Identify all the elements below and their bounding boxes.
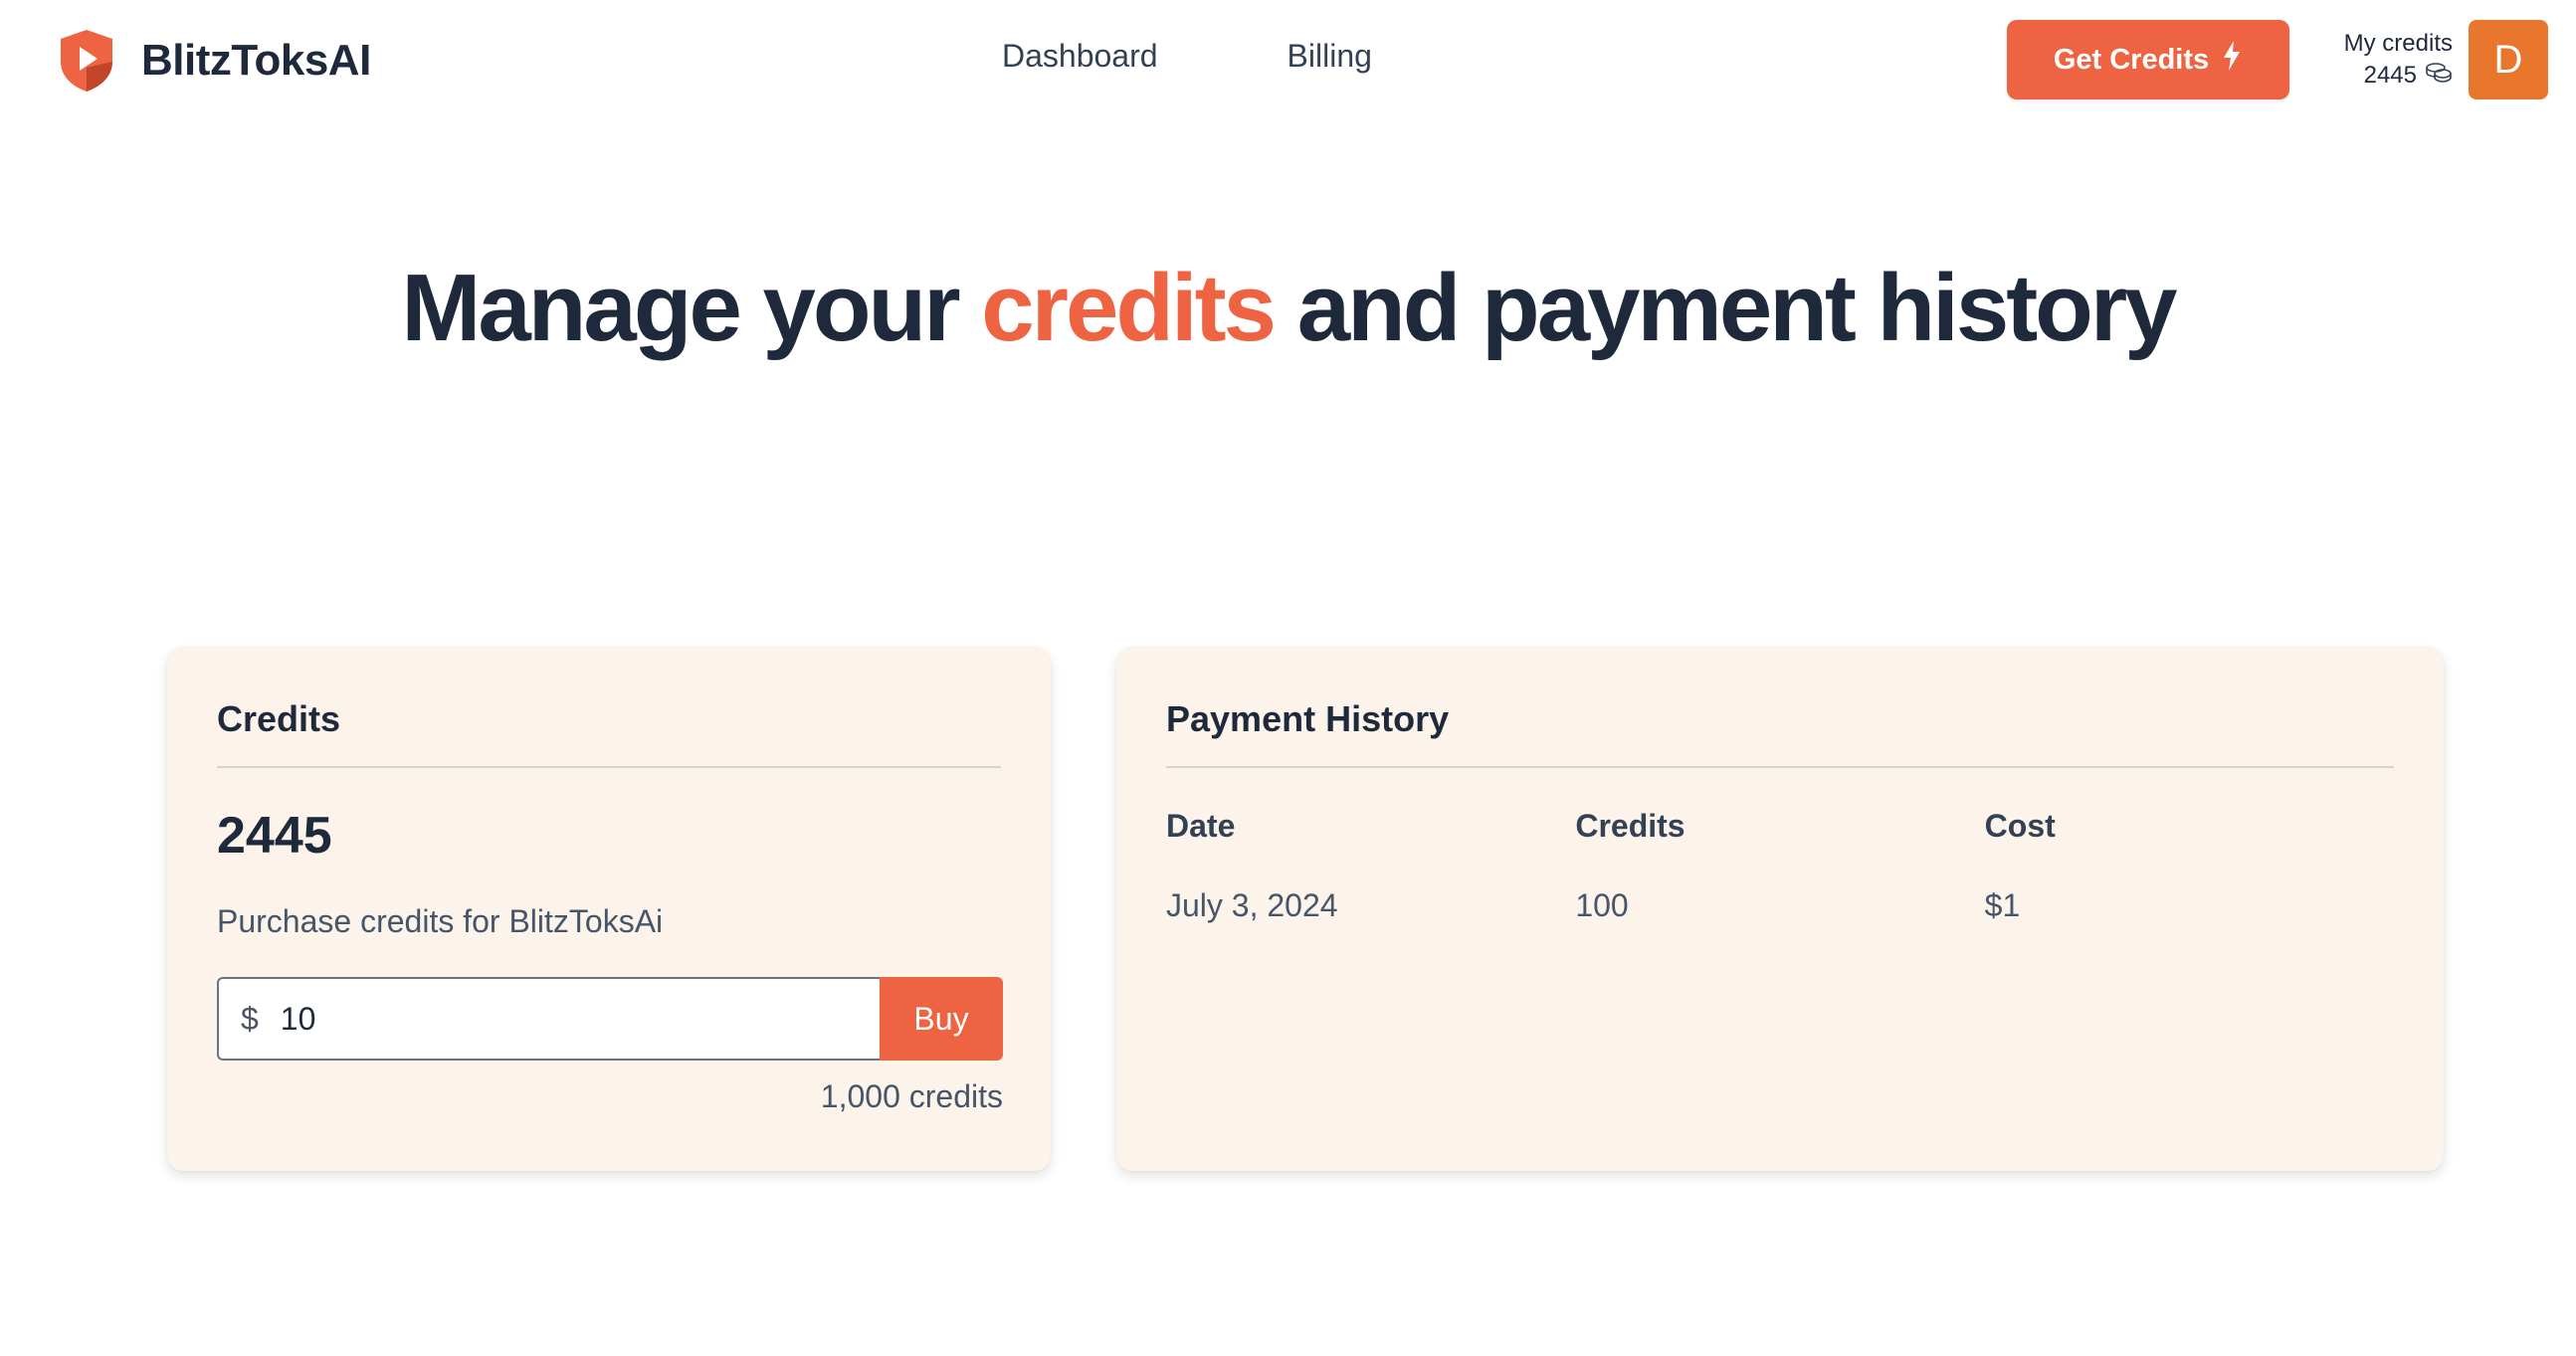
main-nav: Dashboard Billing	[1002, 38, 1372, 75]
credits-card-title: Credits	[217, 698, 341, 739]
my-credits-value: 2445	[2363, 62, 2417, 89]
payment-history-card: Payment History Date Credits Cost July 3…	[1116, 647, 2444, 1171]
row-date: July 3, 2024	[1166, 886, 1338, 923]
purchase-label: Purchase credits for BlitzToksAi	[217, 903, 664, 939]
column-header-credits: Credits	[1575, 807, 1685, 844]
get-credits-label: Get Credits	[2053, 43, 2210, 76]
amount-input[interactable]	[280, 1000, 880, 1038]
credits-estimate: 1,000 credits	[820, 1078, 1003, 1114]
title-part-2: and payment history	[1274, 255, 2178, 361]
currency-symbol: $	[241, 1000, 259, 1037]
credits-card: Credits 2445 Purchase credits for BlitzT…	[167, 647, 1051, 1171]
nav-dashboard[interactable]: Dashboard	[1002, 38, 1158, 75]
title-accent: credits	[981, 255, 1277, 361]
title-part-1: Manage your	[401, 255, 982, 361]
payment-history-table: Date Credits Cost July 3, 2024 100 $1	[1166, 796, 2394, 955]
table-header-row: Date Credits Cost	[1166, 796, 2394, 856]
brand-link[interactable]: BlitzToksAI	[58, 26, 371, 96]
table-row: July 3, 2024 100 $1	[1166, 856, 2394, 955]
column-header-date: Date	[1166, 807, 1236, 844]
divider	[217, 766, 1001, 768]
page-title: Manage your credits and payment history	[0, 261, 2576, 356]
my-credits-summary: My credits 2445	[2313, 28, 2453, 92]
avatar[interactable]: D	[2469, 20, 2548, 99]
column-header-cost: Cost	[1984, 807, 2056, 844]
lightning-icon	[2221, 40, 2243, 80]
credits-total: 2445	[217, 807, 332, 865]
nav-billing[interactable]: Billing	[1288, 38, 1372, 75]
top-header: BlitzToksAI Dashboard Billing Get Credit…	[0, 0, 2576, 119]
divider	[1166, 766, 2394, 768]
purchase-form: $ Buy	[217, 977, 1003, 1061]
coins-icon	[2425, 60, 2453, 92]
shield-play-icon	[58, 28, 115, 94]
amount-field[interactable]: $	[217, 977, 880, 1061]
my-credits-label: My credits	[2343, 30, 2453, 57]
payment-history-title: Payment History	[1166, 698, 1450, 739]
brand-name: BlitzToksAI	[141, 36, 371, 85]
row-credits: 100	[1575, 886, 1629, 923]
row-cost: $1	[1984, 886, 2021, 923]
buy-button[interactable]: Buy	[880, 977, 1003, 1061]
get-credits-button[interactable]: Get Credits	[2007, 20, 2289, 99]
